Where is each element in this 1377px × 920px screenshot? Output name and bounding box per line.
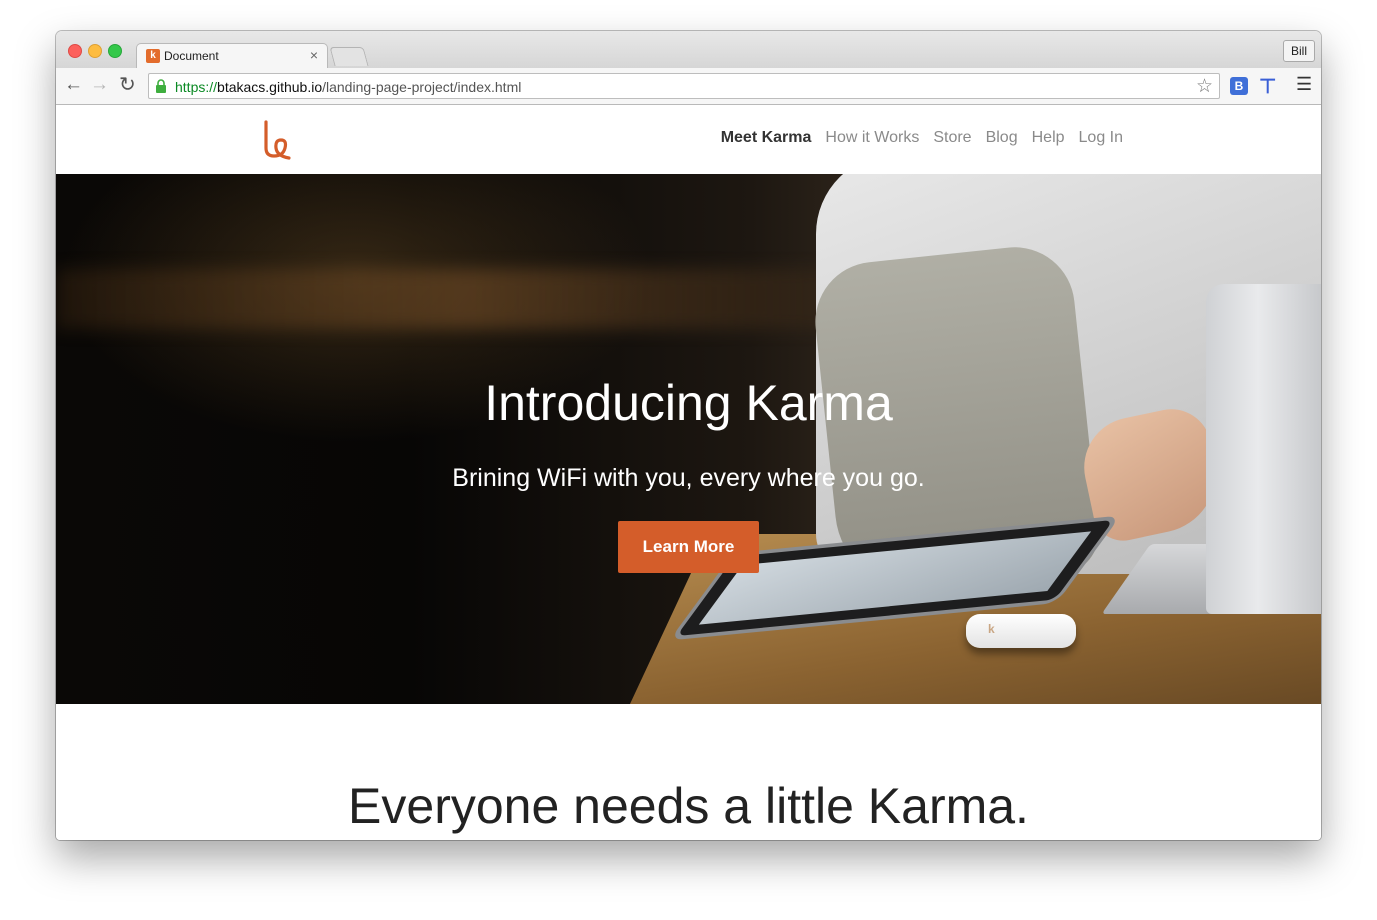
karma-favicon-icon: k <box>146 49 160 63</box>
url-text: https://btakacs.github.io/landing-page-p… <box>175 79 521 95</box>
browser-tab[interactable]: k Document × <box>136 43 328 70</box>
minimize-window-button[interactable] <box>88 44 102 58</box>
url-host: btakacs.github.io <box>217 79 323 95</box>
forward-icon[interactable]: → <box>90 74 109 96</box>
nav-help[interactable]: Help <box>1032 129 1065 147</box>
tab-close-icon[interactable]: × <box>310 47 318 63</box>
extension-b-icon[interactable]: B <box>1230 77 1248 95</box>
browser-toolbar: ← → ↻ https://btakacs.github.io/landing-… <box>56 68 1321 105</box>
tab-title: Document <box>164 49 219 63</box>
hero-title: Introducing Karma <box>484 375 893 431</box>
maximize-window-button[interactable] <box>108 44 122 58</box>
tab-strip: k Document × Bill <box>56 31 1321 70</box>
web-page: Meet Karma How it Works Store Blog Help … <box>56 105 1321 840</box>
new-tab-button[interactable] <box>329 47 369 66</box>
url-scheme: https:// <box>175 79 218 95</box>
close-window-button[interactable] <box>68 44 82 58</box>
main-nav: Meet Karma How it Works Store Blog Help … <box>721 129 1123 147</box>
back-icon[interactable]: ← <box>64 74 83 96</box>
hero-content: Introducing Karma Brining WiFi with you,… <box>56 174 1321 704</box>
karma-logo-icon[interactable] <box>261 118 293 160</box>
hero-subtitle: Brining WiFi with you, every where you g… <box>452 464 925 492</box>
lock-icon <box>156 79 166 93</box>
hero-section: k Introducing Karma Brining WiFi with yo… <box>56 174 1321 704</box>
bookmark-star-icon[interactable]: ☆ <box>1196 75 1213 98</box>
section-title: Everyone needs a little Karma. <box>348 778 1029 834</box>
nav-how-it-works[interactable]: How it Works <box>825 129 919 147</box>
profile-button[interactable]: Bill <box>1283 40 1315 62</box>
site-header: Meet Karma How it Works Store Blog Help … <box>56 105 1321 174</box>
nav-blog[interactable]: Blog <box>986 129 1018 147</box>
browser-window: k Document × Bill ← → ↻ https://btakacs.… <box>56 31 1321 840</box>
address-bar[interactable]: https://btakacs.github.io/landing-page-p… <box>148 73 1220 99</box>
nav-store[interactable]: Store <box>933 129 971 147</box>
nav-meet-karma[interactable]: Meet Karma <box>721 129 812 147</box>
menu-icon[interactable]: ☰ <box>1296 74 1312 95</box>
reload-icon[interactable]: ↻ <box>119 74 136 96</box>
url-path: /landing-page-project/index.html <box>322 79 522 95</box>
learn-more-button[interactable]: Learn More <box>618 521 759 573</box>
nav-log-in[interactable]: Log In <box>1079 129 1123 147</box>
extension-t-icon[interactable]: ⊤ <box>1259 74 1276 99</box>
